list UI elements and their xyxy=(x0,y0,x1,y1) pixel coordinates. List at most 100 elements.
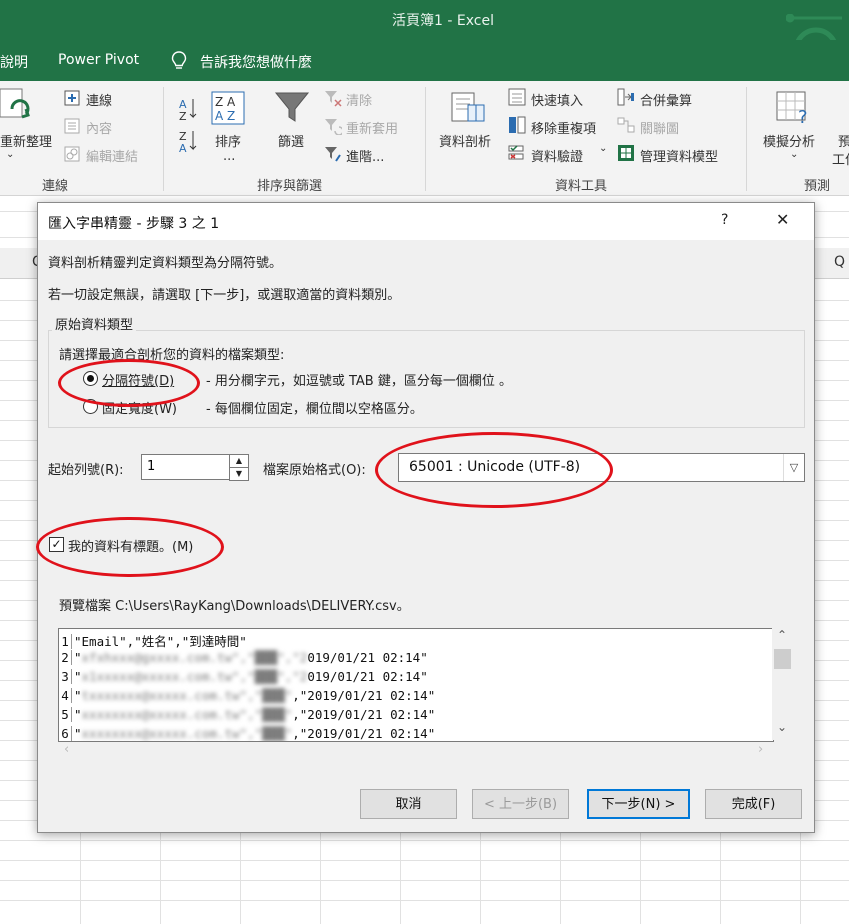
svg-text:?: ? xyxy=(798,107,808,125)
preview-vertical-scrollbar[interactable]: ⌃ ⌄ xyxy=(772,628,793,740)
ribbon-separator xyxy=(746,87,747,191)
preview-horizontal-scrollbar[interactable]: ‹ › xyxy=(58,740,772,761)
ribbon-separator xyxy=(425,87,426,191)
tab-help[interactable]: 說明 xyxy=(0,52,28,72)
ribbon-separator xyxy=(163,87,164,191)
reapply-button[interactable]: 重新套用 xyxy=(346,118,398,137)
scroll-right-icon[interactable]: › xyxy=(758,742,763,757)
text-to-columns-button[interactable]: 資料剖析 xyxy=(439,131,491,150)
advanced-filter-icon xyxy=(325,147,341,162)
data-validation-icon xyxy=(508,145,524,160)
fixed-width-description: - 每個欄位固定，欄位間以空格區分。 xyxy=(206,402,423,417)
original-data-type-label: 原始資料類型 xyxy=(52,314,137,333)
data-validation-button[interactable]: 資料驗證 xyxy=(531,146,583,165)
cancel-button[interactable]: 取消 xyxy=(360,789,457,819)
sort-more[interactable]: ... xyxy=(223,149,235,164)
start-row-spinner[interactable]: ▲ ▼ xyxy=(229,454,249,481)
clear-filter-icon xyxy=(325,91,342,107)
remove-duplicates-icon xyxy=(509,116,526,134)
tell-me-search[interactable]: 告訴我您想做什麼 xyxy=(200,52,312,72)
what-if-analysis-icon: ? xyxy=(776,91,808,125)
delimited-description: - 用分欄字元，如逗號或 TAB 鍵，區分每一個欄位 。 xyxy=(206,374,512,389)
start-row-input[interactable] xyxy=(142,455,232,477)
preview-row: 4 "txxxxxxx@xxxxx.com.tw","███","2019/01/… xyxy=(59,688,435,707)
sort-az-za-icon: A Z Z A xyxy=(179,98,197,155)
refresh-all-button[interactable]: 重新整理 xyxy=(0,131,52,150)
title-bar: 活頁簿1 - Excel xyxy=(0,0,849,40)
consolidate-button[interactable]: 合併彙算 xyxy=(640,90,692,109)
svg-text:A: A xyxy=(179,142,187,155)
ribbon: 重新整理 ⌄ 連線 內容 編輯連結 連線 A Z Z A Z A A Z 排序 … xyxy=(0,81,849,196)
dialog-title: 匯入字串精靈 - 步驟 3 之 1 xyxy=(48,216,220,232)
group-label-data-tools: 資料工具 xyxy=(555,179,608,194)
preview-row: 1 "Email","姓名","到達時間" xyxy=(59,631,247,650)
clear-button[interactable]: 清除 xyxy=(346,90,372,109)
lightbulb-icon xyxy=(171,51,187,69)
svg-text:A Z: A Z xyxy=(215,109,235,123)
scroll-up-icon[interactable]: ⌃ xyxy=(777,628,787,642)
tab-power-pivot[interactable]: Power Pivot xyxy=(58,52,139,68)
dialog-title-bar: 匯入字串精靈 - 步驟 3 之 1 ? ✕ xyxy=(38,203,814,240)
help-icon[interactable]: ? xyxy=(721,212,728,228)
scroll-down-icon[interactable]: ⌄ xyxy=(777,720,787,734)
window-title: 活頁簿1 - Excel xyxy=(392,13,494,29)
flash-fill-button[interactable]: 快速填入 xyxy=(531,90,583,109)
finish-button[interactable]: 完成(F) xyxy=(705,789,802,819)
filter-button[interactable]: 篩選 xyxy=(278,131,304,150)
what-if-analysis-button[interactable]: 模擬分析 xyxy=(763,131,815,150)
svg-text:Z: Z xyxy=(179,110,187,123)
intro-line-2: 若一切設定無誤，請選取 [下一步]，或選取適當的資料類別。 xyxy=(48,288,401,303)
edit-links-icon xyxy=(64,146,80,162)
scrollbar-thumb[interactable] xyxy=(774,649,791,669)
back-button[interactable]: < 上一步(B) xyxy=(472,789,569,819)
ribbon-tab-bar: 說明 Power Pivot 告訴我您想做什麼 xyxy=(0,40,849,81)
connections-icon xyxy=(64,90,80,106)
svg-text:Z A: Z A xyxy=(215,95,236,109)
refresh-all-icon xyxy=(0,88,30,119)
manage-data-model-button[interactable]: 管理資料模型 xyxy=(640,146,718,165)
encoding-label: 檔案原始格式(O): xyxy=(263,463,366,478)
properties-button[interactable]: 內容 xyxy=(86,118,112,137)
group-label-connections: 連線 xyxy=(42,179,69,194)
spin-up-icon[interactable]: ▲ xyxy=(229,454,249,468)
column-header-q[interactable]: Q xyxy=(834,254,845,270)
flash-fill-icon xyxy=(508,88,526,106)
annotation-oval-encoding xyxy=(375,432,613,508)
forecast-sheet-button[interactable]: 預 xyxy=(838,131,849,150)
filter-icon xyxy=(274,92,310,122)
group-label-forecast: 預測 xyxy=(804,179,831,194)
preview-file-label: 預覽檔案 C:\Users\RayKang\Downloads\DELIVERY… xyxy=(59,599,410,614)
chevron-down-icon[interactable]: ▽ xyxy=(783,454,804,481)
chevron-down-icon[interactable]: ⌄ xyxy=(6,149,14,160)
start-row-field[interactable] xyxy=(141,454,232,480)
edit-links-button[interactable]: 編輯連結 xyxy=(86,146,138,165)
remove-duplicates-button[interactable]: 移除重複項 xyxy=(531,118,596,137)
forecast-sheet-label: 工作 xyxy=(832,153,849,168)
group-prompt: 請選擇最適合剖析您的資料的檔案類型: xyxy=(59,348,285,363)
sort-button[interactable]: 排序 xyxy=(215,131,241,150)
scroll-left-icon[interactable]: ‹ xyxy=(64,742,69,757)
manage-data-model-icon xyxy=(618,145,634,161)
chevron-down-icon[interactable]: ⌄ xyxy=(790,149,798,160)
preview-row: 5 "xxxxxxxx@xxxxx.com.tw","███","2019/01/… xyxy=(59,707,435,726)
advanced-button[interactable]: 進階... xyxy=(346,146,384,165)
start-row-label: 起始列號(R): xyxy=(48,463,124,478)
chevron-down-icon[interactable]: ⌄ xyxy=(599,143,607,154)
reapply-icon xyxy=(325,119,342,135)
annotation-oval-headers xyxy=(36,517,224,577)
relationships-icon xyxy=(617,117,635,133)
relationships-button[interactable]: 關聯圖 xyxy=(640,118,679,137)
preview-row: 3 "x1xxxxx@xxxxx.com.tw","███","2019/01/2… xyxy=(59,669,428,688)
text-to-columns-icon xyxy=(451,92,485,122)
sort-icon: Z A A Z xyxy=(211,91,245,125)
close-icon[interactable]: ✕ xyxy=(776,210,789,229)
consolidate-icon xyxy=(617,88,634,106)
spin-down-icon[interactable]: ▼ xyxy=(229,467,249,481)
properties-icon xyxy=(64,118,80,134)
annotation-oval-delimited xyxy=(58,359,200,407)
group-label-sort-filter: 排序與篩選 xyxy=(257,179,323,194)
connections-button[interactable]: 連線 xyxy=(86,90,112,109)
preview-pane[interactable]: 1 "Email","姓名","到達時間" 2 "xfxhxxx@gxxxx.com… xyxy=(58,628,774,742)
next-button[interactable]: 下一步(N) > xyxy=(587,789,690,819)
intro-line-1: 資料剖析精靈判定資料類型為分隔符號。 xyxy=(48,256,283,271)
